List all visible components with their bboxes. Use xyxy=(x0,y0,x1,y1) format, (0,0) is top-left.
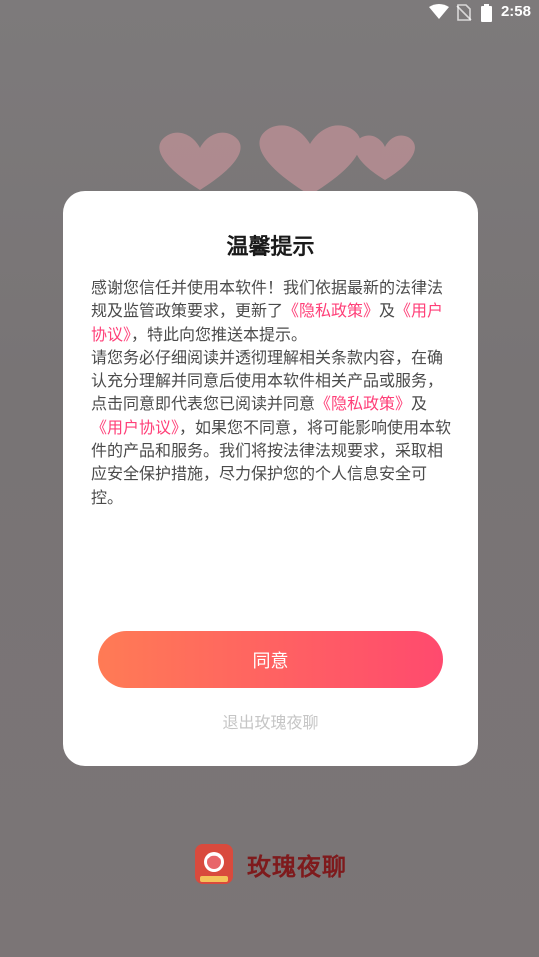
status-time: 2:58 xyxy=(500,3,531,20)
brand-footer: 玫瑰夜聊 xyxy=(195,843,347,885)
status-bar: 2:58 xyxy=(0,0,539,26)
privacy-policy-link[interactable]: 《隐私政策》 xyxy=(315,394,411,413)
body-text: ，特此向您推送本提示。 xyxy=(131,324,308,344)
dialog-body: 感谢您信任并使用本软件！我们依据最新的法律法规及监管政策要求，更新了《隐私政策》… xyxy=(91,276,453,509)
dialog-title: 温馨提示 xyxy=(226,235,315,260)
battery-icon xyxy=(481,4,492,22)
user-agreement-link[interactable]: 《用户协议》 xyxy=(91,418,179,437)
privacy-policy-link[interactable]: 《隐私政策》 xyxy=(283,301,379,320)
wifi-icon xyxy=(429,4,449,19)
body-text: 及 xyxy=(411,394,428,414)
privacy-dialog: 温馨提示 感谢您信任并使用本软件！我们依据最新的法律法规及监管政策要求，更新了《… xyxy=(63,191,478,766)
hearts-decoration xyxy=(159,125,415,195)
body-text: 及 xyxy=(379,301,396,321)
no-sim-icon xyxy=(456,4,472,21)
agree-button[interactable]: 同意 xyxy=(98,631,443,688)
exit-app-link[interactable]: 退出玫瑰夜聊 xyxy=(63,709,478,733)
rose-chat-logo-icon xyxy=(195,844,233,884)
brand-name: 玫瑰夜聊 xyxy=(247,852,347,881)
